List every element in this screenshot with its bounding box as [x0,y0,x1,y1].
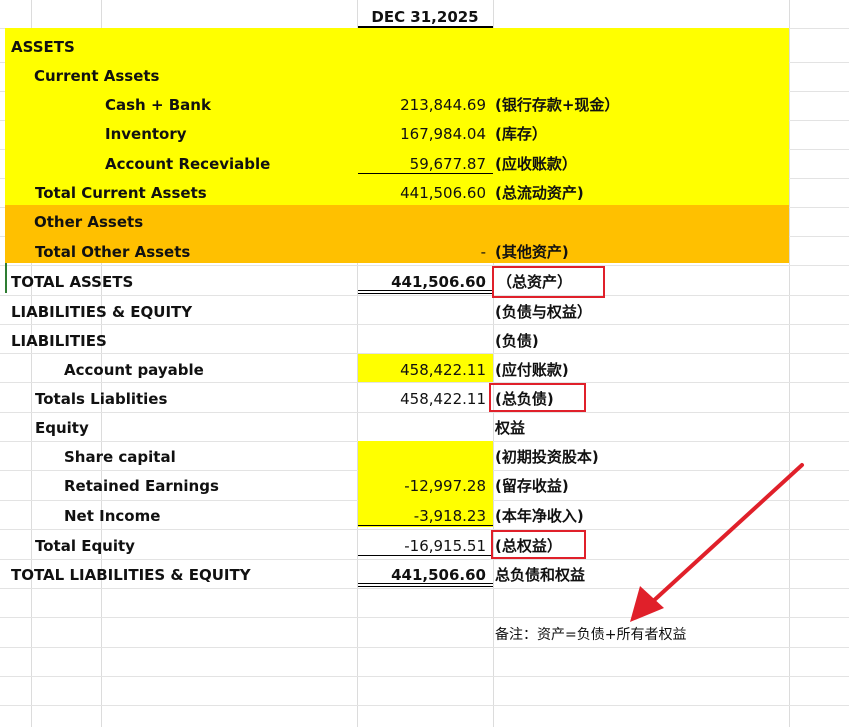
cash-bank-note: (银行存款+现金） [495,96,620,114]
liabilities-heading: LIABILITIES [11,332,107,350]
account-receivable-note: (应收账款） [495,155,577,173]
inventory-note: (库存） [495,125,547,143]
active-cell-marker [5,263,7,293]
account-payable-value: 458,422.11 [400,361,486,379]
total-liabilities-equity-label: TOTAL LIABILITIES & EQUITY [11,566,251,584]
receivable-underline [358,173,493,174]
total-other-assets-label: Total Other Assets [35,243,191,261]
total-assets-value: 441,506.60 [391,273,486,291]
row-border [0,382,849,383]
total-current-assets-value: 441,506.60 [400,184,486,202]
inventory-value: 167,984.04 [400,125,486,143]
retained-earnings-note: (留存收益) [495,477,569,495]
header-underline [358,26,493,28]
red-arrow-icon [630,463,804,622]
total-current-assets-note: (总流动资产) [495,184,584,202]
total-assets-double-underline [358,290,493,294]
account-payable-note: (应付账款) [495,361,569,379]
total-liabilities-equity-value: 441,506.60 [391,566,486,584]
net-income-note: (本年净收入) [495,507,584,525]
total-assets-annotation-box [492,266,605,298]
cash-bank-value: 213,844.69 [400,96,486,114]
retained-earnings-value: -12,997.28 [404,477,486,495]
net-income-underline [358,525,493,526]
net-income-label: Net Income [64,507,161,525]
inventory-label: Inventory [105,125,187,143]
current-assets-heading: Current Assets [34,67,160,85]
total-current-assets-label: Total Current Assets [35,184,207,202]
share-capital-label: Share capital [64,448,176,466]
share-capital-note: (初期投资股本) [495,448,599,466]
row-border [0,295,849,296]
liabilities-equity-note: (负债与权益） [495,303,592,321]
total-other-assets-note: (其他资产) [495,243,569,261]
assets-heading: ASSETS [11,38,75,56]
total-liabilities-label: Totals Liablities [35,390,168,408]
equity-heading: Equity [35,419,89,437]
total-liabilities-value: 458,422.11 [400,390,486,408]
liabilities-equity-heading: LIABILITIES & EQUITY [11,303,193,321]
total-equity-label: Total Equity [35,537,135,555]
total-equity-underline [358,555,493,556]
row-border [0,412,849,413]
total-liabilities-annotation-box [489,383,586,412]
total-liab-equity-double-underline [358,583,493,587]
account-receivable-label: Account Receviable [105,155,271,173]
total-liabilities-equity-note: 总负债和权益 [495,566,586,584]
row-border [0,324,849,325]
liabilities-note: (负债) [495,332,539,350]
total-assets-label: TOTAL ASSETS [11,273,134,291]
net-income-value: -3,918.23 [413,507,486,525]
retained-earnings-label: Retained Earnings [64,477,219,495]
date-header: DEC 31,2025 [371,8,479,26]
total-other-assets-value: - [480,243,486,261]
row-border [0,647,849,648]
total-equity-annotation-box [491,530,586,559]
account-receivable-value: 59,677.87 [409,155,486,173]
cash-bank-label: Cash + Bank [105,96,211,114]
row-border [0,265,849,266]
account-payable-label: Account payable [64,361,204,379]
total-equity-value: -16,915.51 [404,537,486,555]
row-border [0,705,849,706]
other-assets-heading: Other Assets [34,213,144,231]
row-border [0,676,849,677]
assets-highlight [5,28,789,205]
equity-note: 权益 [495,419,526,437]
